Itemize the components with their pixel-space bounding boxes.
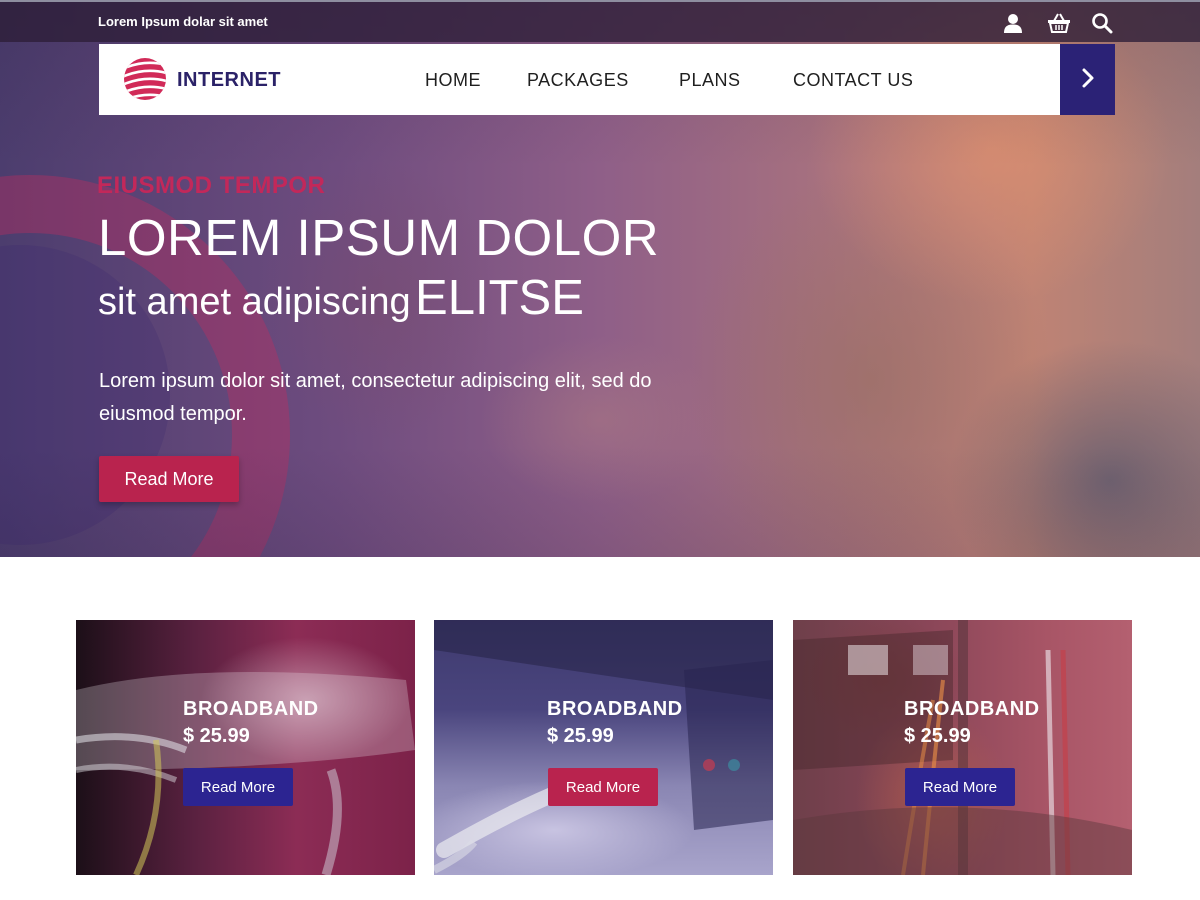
search-icon[interactable] [1091, 12, 1113, 34]
main-navbar: INTERNET HOME PACKAGES PLANS CONTACT US [99, 44, 1115, 115]
package-card: BROADBAND $ 25.99 Read More [76, 620, 415, 875]
card-title: BROADBAND [547, 698, 683, 720]
nav-contact-us[interactable]: CONTACT US [793, 70, 913, 91]
hero-banner: Lorem Ipsum dolar sit amet INTERNET HOME… [0, 0, 1200, 557]
card-title: BROADBAND [904, 698, 1040, 720]
hero-eyebrow: EIUSMOD TEMPOR [97, 172, 326, 199]
nav-packages[interactable]: PACKAGES [527, 70, 629, 91]
hero-headline-line1: LOREM IPSUM DOLOR [98, 209, 660, 266]
top-bar: Lorem Ipsum dolar sit amet [0, 0, 1200, 42]
card-price: $ 25.99 [547, 725, 614, 747]
nav-home[interactable]: HOME [425, 70, 481, 91]
hero-headline-small: sit amet adipiscing [98, 281, 411, 323]
logo-text[interactable]: INTERNET [177, 69, 281, 92]
nav-plans[interactable]: PLANS [679, 70, 741, 91]
card-title: BROADBAND [183, 698, 319, 720]
hero-read-more-button[interactable]: Read More [99, 456, 239, 502]
hero-headline-big: ELITSE [415, 271, 584, 325]
card-read-more-button[interactable]: Read More [183, 768, 293, 806]
card-price: $ 25.99 [904, 725, 971, 747]
card-read-more-button[interactable]: Read More [905, 768, 1015, 806]
globe-logo-icon[interactable] [122, 56, 168, 102]
card-read-more-button[interactable]: Read More [548, 768, 658, 806]
nav-next-button[interactable] [1060, 44, 1115, 115]
package-card: BROADBAND $ 25.99 Read More [793, 620, 1132, 875]
chevron-right-icon [1080, 66, 1096, 95]
hero-headline-line2: sit amet adipiscing ELITSE [98, 270, 584, 326]
package-card: BROADBAND $ 25.99 Read More [434, 620, 773, 875]
user-icon[interactable] [1002, 12, 1024, 34]
topbar-tagline: Lorem Ipsum dolar sit amet [98, 14, 268, 29]
hero-lead-text: Lorem ipsum dolor sit amet, consectetur … [99, 370, 652, 425]
card-price: $ 25.99 [183, 725, 250, 747]
basket-icon[interactable] [1047, 12, 1070, 34]
